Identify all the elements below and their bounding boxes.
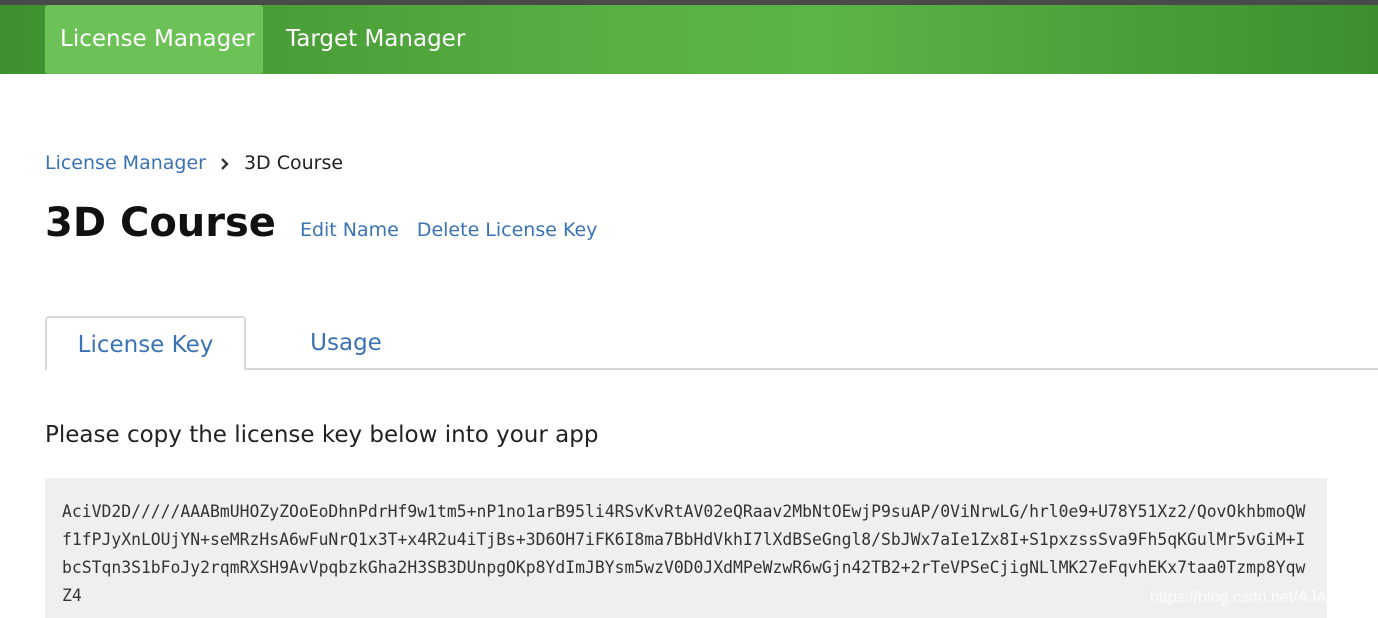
top-navbar: License Manager Target Manager [0,5,1378,74]
nav-target-manager[interactable]: Target Manager [271,5,480,74]
watermark: https://blog.csdn.net/AJANEEE [1150,589,1371,606]
edit-name-link[interactable]: Edit Name [300,219,399,241]
breadcrumb-current: 3D Course [243,152,344,174]
nav-license-manager[interactable]: License Manager [45,5,263,74]
page-title: 3D Course [45,200,276,246]
tab-usage[interactable]: Usage [270,316,422,370]
license-key-text[interactable]: AciVD2D/////AAABmUHOZyZOoEoDhnPdrHf9w1tm… [62,498,1310,610]
license-key-box[interactable]: AciVD2D/////AAABmUHOZyZOoEoDhnPdrHf9w1tm… [45,478,1327,618]
page-header: 3D Course Edit Name Delete License Key [45,200,615,256]
breadcrumb-license-manager-link[interactable]: License Manager [45,152,206,174]
breadcrumb: License Manager 3D Course [45,150,343,176]
chevron-right-icon [206,152,244,174]
license-key-instruction: Please copy the license key below into y… [45,422,599,448]
tab-license-key[interactable]: License Key [45,316,246,370]
delete-license-key-link[interactable]: Delete License Key [417,219,598,241]
